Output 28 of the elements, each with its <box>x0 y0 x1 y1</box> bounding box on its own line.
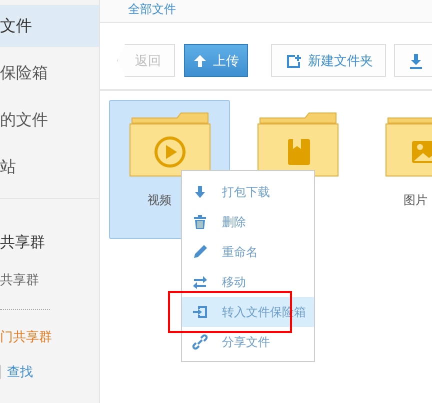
search-link[interactable]: 查找 <box>7 363 33 381</box>
folder-icon[interactable] <box>128 112 210 178</box>
sidebar-item[interactable]: 的文件 <box>0 99 99 141</box>
folder-name: 图片 <box>404 192 428 209</box>
link-icon <box>192 334 208 350</box>
group-heading: 共享群 <box>0 233 46 253</box>
menu-item[interactable]: 移动 <box>182 267 314 297</box>
down-arrow-icon <box>192 184 208 200</box>
folder-name: 视频 <box>148 192 172 209</box>
download-icon <box>409 52 423 68</box>
pencil-icon <box>192 244 208 260</box>
sidebar-item[interactable]: 文件 <box>0 5 99 47</box>
add-folder-icon <box>286 54 302 68</box>
sidebar-item[interactable]: 站 <box>0 146 99 188</box>
group-link[interactable]: 门共享群 <box>0 328 99 346</box>
sidebar-item[interactable]: 保险箱 <box>0 52 99 94</box>
upload-button[interactable]: 上传 <box>184 44 248 77</box>
folder-icon[interactable] <box>256 112 338 178</box>
group-item[interactable]: 共享群 <box>0 271 99 289</box>
menu-item[interactable]: 重命名 <box>182 237 314 267</box>
trash-icon <box>192 214 208 230</box>
import-icon <box>192 304 208 320</box>
download-button[interactable] <box>394 44 432 77</box>
breadcrumb[interactable]: 全部文件 <box>128 2 176 16</box>
upload-arrow-icon <box>193 54 207 68</box>
swap-arrows-icon <box>192 274 208 290</box>
menu-item[interactable]: 分享文件 <box>182 327 314 357</box>
new-folder-button[interactable]: 新建文件夹 <box>271 44 386 77</box>
